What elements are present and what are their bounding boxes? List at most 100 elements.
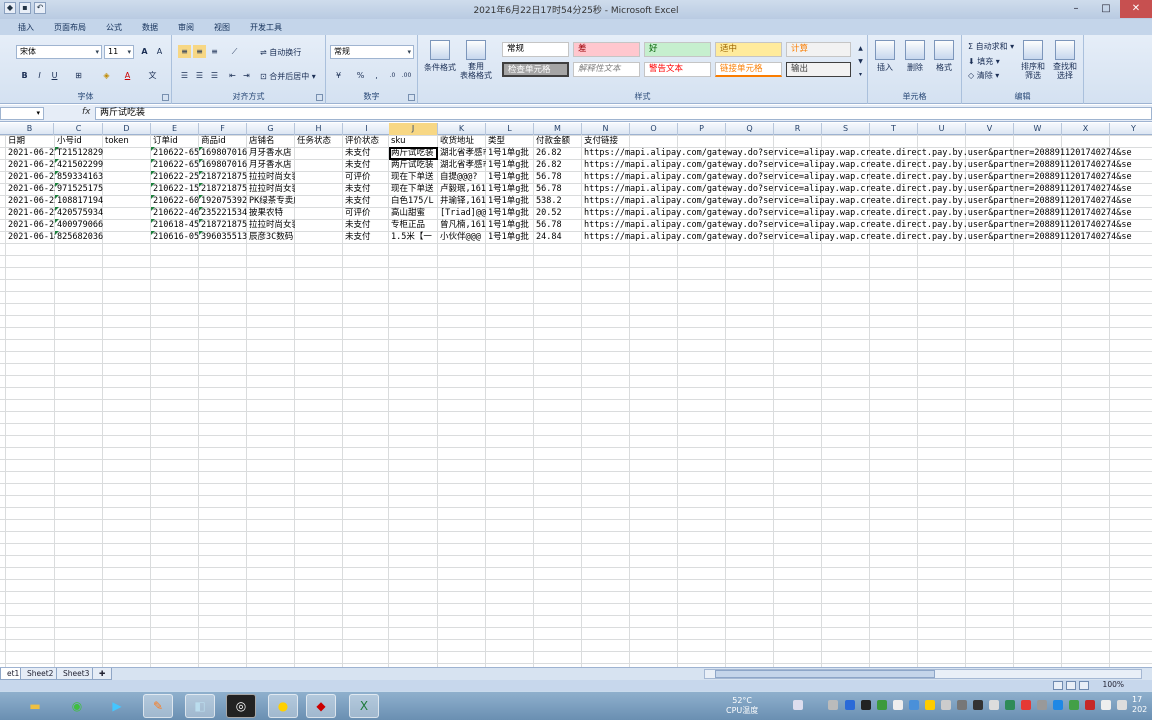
table-cell[interactable]: 月牙香水店 [247, 159, 295, 171]
tray-app8-icon[interactable] [973, 700, 983, 710]
align-left-icon[interactable]: ☰ [178, 69, 191, 82]
table-cell[interactable] [295, 171, 343, 183]
minimize-icon[interactable]: – [1062, 0, 1090, 18]
column-header-w[interactable]: W [1014, 123, 1062, 135]
style-check-cell[interactable]: 检查单元格 [502, 62, 569, 77]
table-cell[interactable]: https://mapi.alipay.com/gateway.do?servi… [582, 195, 1152, 207]
table-cell[interactable]: 1号1单g批 [486, 171, 534, 183]
table-cell[interactable]: 未支付 [343, 195, 391, 207]
increase-indent-icon[interactable]: ⇥ [240, 69, 253, 82]
font-size-combo[interactable]: 11 ▾ [104, 45, 134, 59]
column-header-f[interactable]: F [199, 123, 247, 135]
worksheet-grid[interactable]: 日期 小号id token 订单id 商品id 店铺名 任务状态 评价状态 sku 收货地址 类型付… [0, 135, 1152, 667]
number-format-combo[interactable]: 常规 ▾ [330, 45, 414, 59]
font-name-combo[interactable]: 宋体 ▾ [16, 45, 102, 59]
column-header-g[interactable]: G [247, 123, 295, 135]
table-cell[interactable]: 56.78 [534, 171, 582, 183]
style-warning[interactable]: 警告文本 [644, 62, 711, 77]
scroll-thumb[interactable] [715, 670, 935, 678]
maximize-icon[interactable]: □ [1092, 0, 1120, 18]
column-header-u[interactable]: U [918, 123, 966, 135]
table-cell[interactable]: 2187218758 [199, 183, 247, 195]
header-cell[interactable]: 收货地址 [438, 135, 486, 147]
table-cell[interactable]: 2021-06-22 [6, 183, 55, 195]
table-cell[interactable] [295, 183, 343, 195]
header-cell[interactable]: 日期 [6, 135, 54, 147]
increase-decimal-icon[interactable]: .0 [386, 69, 399, 82]
tray-app6-icon[interactable] [941, 700, 951, 710]
game-app-icon[interactable]: ◆ [306, 694, 336, 718]
table-cell[interactable]: 1号1单g批 [486, 219, 534, 231]
fill-button[interactable]: ⬇ 填充 ▾ [968, 56, 1000, 67]
italic-icon[interactable]: I [33, 69, 46, 82]
horizontal-scrollbar[interactable] [704, 669, 1142, 679]
table-cell[interactable]: 井瑜铎,161 [438, 195, 486, 207]
header-cell[interactable]: token [103, 135, 151, 147]
table-cell[interactable] [295, 219, 343, 231]
autosum-button[interactable]: Σ 自动求和 ▾ [968, 41, 1014, 52]
name-box[interactable]: ▾ [0, 107, 44, 120]
format-cells-button[interactable]: 格式 [929, 40, 959, 73]
page-layout-view-icon[interactable] [1066, 681, 1076, 690]
style-output[interactable]: 输出 [786, 62, 851, 77]
table-cell[interactable]: 1号1单g批 [486, 159, 534, 171]
decrease-indent-icon[interactable]: ⇤ [226, 69, 239, 82]
conditional-format-button[interactable]: 条件格式 [422, 40, 458, 73]
table-cell[interactable]: 曾凡楠,161 [438, 219, 486, 231]
header-cell[interactable]: 任务状态 [295, 135, 343, 147]
table-cell[interactable]: 538.2 [534, 195, 582, 207]
table-cell[interactable]: 971525175 [55, 183, 103, 195]
table-cell[interactable]: 1920753921 [199, 195, 247, 207]
table-cell[interactable]: 1698070163 [199, 159, 247, 171]
table-cell[interactable]: 2021-06-22 [6, 159, 55, 171]
page-break-view-icon[interactable] [1079, 681, 1089, 690]
insert-function-icon[interactable]: fx [82, 107, 91, 117]
comma-icon[interactable]: , [370, 69, 383, 82]
table-cell[interactable]: 421502299 [55, 159, 103, 171]
table-cell[interactable] [103, 159, 151, 171]
table-cell[interactable]: 未支付 [343, 219, 391, 231]
column-header-o[interactable]: O [630, 123, 678, 135]
taskbar-clock[interactable]: 17 202 [1132, 695, 1147, 715]
column-header-x[interactable]: X [1062, 123, 1110, 135]
currency-icon[interactable]: ¥ [332, 69, 345, 82]
table-cell[interactable]: 26.82 [534, 147, 582, 159]
table-cell[interactable]: PK绿茶专卖店 [247, 195, 295, 207]
table-cell[interactable]: 未支付 [343, 159, 391, 171]
table-cell[interactable]: 拉拉时尚女装 [247, 183, 295, 195]
table-cell[interactable] [103, 147, 151, 159]
table-cell[interactable]: https://mapi.alipay.com/gateway.do?servi… [582, 219, 1152, 231]
font-color-icon[interactable]: A [121, 69, 134, 82]
table-cell[interactable]: 披果农特 [247, 207, 295, 219]
column-header-r[interactable]: R [774, 123, 822, 135]
wrap-text-button[interactable]: ⇌ 自动换行 [260, 47, 301, 58]
column-header-y[interactable]: Y [1110, 123, 1152, 135]
alignment-launcher-icon[interactable] [316, 94, 323, 101]
table-cell[interactable]: 2187218758 [199, 171, 247, 183]
column-header-d[interactable]: D [103, 123, 151, 135]
tray-app2-icon[interactable] [861, 700, 871, 710]
column-header-j[interactable]: J [389, 123, 438, 135]
phonetic-icon[interactable]: 文 [146, 69, 159, 82]
tray-volume-icon[interactable] [1117, 700, 1127, 710]
table-cell[interactable]: 1.5米【一 [389, 231, 437, 243]
tab-insert[interactable]: 插入 [8, 19, 44, 35]
file-explorer-icon[interactable]: ▬ [20, 694, 50, 718]
shrink-font-icon[interactable]: A [153, 45, 166, 58]
table-cell[interactable]: 400979066 [55, 219, 103, 231]
styles-scroll-up-icon[interactable]: ▲ [854, 42, 867, 55]
header-cell[interactable]: 订单id [151, 135, 199, 147]
insert-sheet-icon[interactable]: ✚ [92, 668, 113, 680]
merge-center-button[interactable]: ⊡ 合并后居中 ▾ [260, 71, 316, 82]
table-cell[interactable]: 现在下单送 [389, 183, 437, 195]
table-cell[interactable] [295, 159, 343, 171]
orientation-icon[interactable]: ⟋ [228, 45, 241, 58]
table-cell[interactable]: 未支付 [343, 183, 391, 195]
table-cell[interactable] [295, 147, 343, 159]
style-bad[interactable]: 差 [573, 42, 640, 57]
table-cell[interactable]: 859334163 [55, 171, 103, 183]
table-cell[interactable]: 1号1单g批 [486, 231, 534, 243]
tray-app10-icon[interactable] [1005, 700, 1015, 710]
tab-developer[interactable]: 开发工具 [240, 19, 292, 35]
style-normal[interactable]: 常规 [502, 42, 569, 57]
